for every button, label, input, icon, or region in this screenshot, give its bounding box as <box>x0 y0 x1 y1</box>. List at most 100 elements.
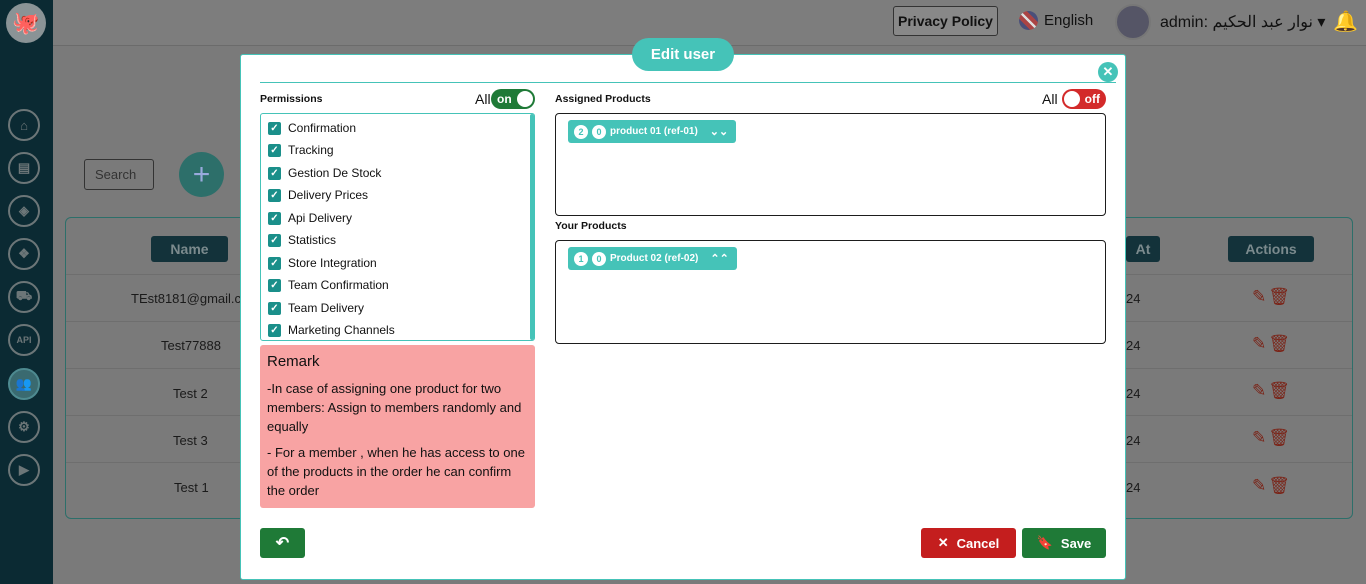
permission-team-confirmation[interactable]: ✓ Team Confirmation <box>268 278 389 292</box>
permission-statistics[interactable]: ✓ Statistics <box>268 233 336 247</box>
video-icon[interactable]: ▶ <box>8 454 40 486</box>
users-icon[interactable]: 👥 <box>8 368 40 400</box>
permission-gestion-de-stock[interactable]: ✓ Gestion De Stock <box>268 166 381 180</box>
permission-label: Store Integration <box>288 256 377 270</box>
product-name: product 01 (ref-01) <box>610 126 698 137</box>
toggle-knob <box>517 91 533 107</box>
assigned-products-label: Assigned Products <box>555 93 651 105</box>
language-label: English <box>1044 12 1094 29</box>
close-icon: ✕ <box>937 535 949 550</box>
table-cell-name: Test 2 <box>173 386 208 401</box>
boxes-icon[interactable]: ❖ <box>8 238 40 270</box>
permission-label: Gestion De Stock <box>288 166 382 180</box>
permission-label: Team Delivery <box>288 301 365 315</box>
assigned-products-box: 2 0 product 01 (ref-01) ⌄⌄ <box>555 113 1106 216</box>
your-products-box: 1 0 Product 02 (ref-02) ⌃⌃ <box>555 240 1106 344</box>
api-icon[interactable]: API <box>8 324 40 356</box>
permission-tracking[interactable]: ✓ Tracking <box>268 143 334 157</box>
checkbox-checked-icon[interactable]: ✓ <box>268 211 281 225</box>
assigned-all-toggle[interactable]: off <box>1062 89 1106 109</box>
language-selector[interactable]: English <box>1019 11 1093 30</box>
header-name: Name <box>151 236 228 262</box>
remark-box: Remark -In case of assigning one product… <box>260 345 535 508</box>
admin-name[interactable]: admin: نوار عبد الحكيم ▾ <box>1160 12 1325 32</box>
edit-delete-icons[interactable]: ✎🗑 <box>1252 476 1292 496</box>
count-badge: 0 <box>592 124 606 139</box>
checkbox-checked-icon[interactable]: ✓ <box>268 301 281 315</box>
product-chip[interactable]: 1 0 Product 02 (ref-02) ⌃⌃ <box>568 247 737 270</box>
cancel-button[interactable]: ✕ Cancel <box>921 528 1016 558</box>
checkbox-checked-icon[interactable]: ✓ <box>268 233 281 247</box>
sidebar: 🐙 ⌂ ▤ ◈ ❖ ⛟ API 👥 ⚙ ▶ <box>0 0 53 584</box>
checkbox-checked-icon[interactable]: ✓ <box>268 166 281 180</box>
table-cell-name: Test77888 <box>161 338 221 353</box>
checkbox-checked-icon[interactable]: ✓ <box>268 323 281 337</box>
checkbox-checked-icon[interactable]: ✓ <box>268 188 281 202</box>
modal-divider <box>260 82 1116 83</box>
permissions-all-toggle[interactable]: on <box>491 89 535 109</box>
undo-icon: ↶ <box>275 535 290 552</box>
permission-api-delivery[interactable]: ✓ Api Delivery <box>268 211 352 225</box>
table-cell-at: 24 <box>1126 291 1141 306</box>
table-cell-at: 24 <box>1126 338 1141 353</box>
gear-icon[interactable]: ⚙ <box>8 411 40 443</box>
permissions-label: Permissions <box>260 93 323 105</box>
permission-marketing-channels[interactable]: ✓ Marketing Channels <box>268 323 395 337</box>
remark-line: -In case of assigning one product for tw… <box>267 381 522 434</box>
count-badge: 2 <box>574 124 588 139</box>
edit-delete-icons[interactable]: ✎🗑 <box>1252 334 1292 354</box>
scrollbar[interactable] <box>530 114 534 340</box>
remark-title: Remark <box>267 353 320 370</box>
edit-delete-icons[interactable]: ✎🗑 <box>1252 287 1292 307</box>
permission-label: Delivery Prices <box>288 188 369 202</box>
home-icon[interactable]: ⌂ <box>8 109 40 141</box>
save-button[interactable]: 🔖 Save <box>1022 528 1106 558</box>
permissions-all-label: All <box>475 91 491 107</box>
checkbox-checked-icon[interactable]: ✓ <box>268 278 281 292</box>
toggle-knob <box>1064 91 1080 107</box>
edit-delete-icons[interactable]: ✎🗑 <box>1252 381 1292 401</box>
octopus-logo[interactable]: 🐙 <box>6 3 46 43</box>
box-icon[interactable]: ◈ <box>8 195 40 227</box>
avatar[interactable] <box>1115 4 1151 40</box>
your-products-label: Your Products <box>555 220 627 232</box>
privacy-policy-button[interactable]: Privacy Policy <box>893 6 998 36</box>
toggle-text: off <box>1084 92 1100 106</box>
save-label: Save <box>1060 535 1092 551</box>
toggle-text: on <box>497 92 512 106</box>
checkbox-checked-icon[interactable]: ✓ <box>268 121 281 135</box>
add-user-button[interactable]: + <box>179 152 224 197</box>
edit-delete-icons[interactable]: ✎🗑 <box>1252 428 1292 448</box>
remark-line: - For a member , when he has access to o… <box>267 445 525 498</box>
table-cell-name: Test 1 <box>174 480 209 495</box>
cancel-label: Cancel <box>956 535 1000 551</box>
permission-confirmation[interactable]: ✓ Confirmation <box>268 121 356 135</box>
chevron-double-up-icon[interactable]: ⌃⌃ <box>710 252 728 265</box>
permission-delivery-prices[interactable]: ✓ Delivery Prices <box>268 188 368 202</box>
uk-flag-icon <box>1019 11 1038 30</box>
bell-icon[interactable]: 🔔 <box>1333 9 1358 33</box>
checkbox-checked-icon[interactable]: ✓ <box>268 256 281 270</box>
chevron-double-down-icon[interactable]: ⌄⌄ <box>710 125 728 138</box>
permission-label: Marketing Channels <box>288 323 395 337</box>
checkbox-checked-icon[interactable]: ✓ <box>268 143 281 157</box>
undo-button[interactable]: ↶ <box>260 528 305 558</box>
search-input[interactable]: Search <box>84 159 154 190</box>
bookmark-icon: 🔖 <box>1036 535 1053 550</box>
clipboard-icon[interactable]: ▤ <box>8 152 40 184</box>
permission-store-integration[interactable]: ✓ Store Integration <box>268 256 377 270</box>
assigned-all-label: All <box>1042 91 1058 107</box>
header-actions: Actions <box>1228 236 1314 262</box>
permission-team-delivery[interactable]: ✓ Team Delivery <box>268 301 364 315</box>
product-chip[interactable]: 2 0 product 01 (ref-01) ⌄⌄ <box>568 120 737 143</box>
truck-icon[interactable]: ⛟ <box>8 281 40 313</box>
header-at: At <box>1126 236 1160 262</box>
permission-label: Tracking <box>288 143 334 157</box>
modal-title: Edit user <box>632 38 734 71</box>
count-badge: 0 <box>592 251 606 266</box>
close-icon[interactable]: ✕ <box>1098 62 1118 82</box>
permission-label: Team Confirmation <box>288 278 389 292</box>
table-cell-name: Test 3 <box>173 433 208 448</box>
count-badge: 1 <box>574 251 588 266</box>
permission-label: Statistics <box>288 233 337 247</box>
